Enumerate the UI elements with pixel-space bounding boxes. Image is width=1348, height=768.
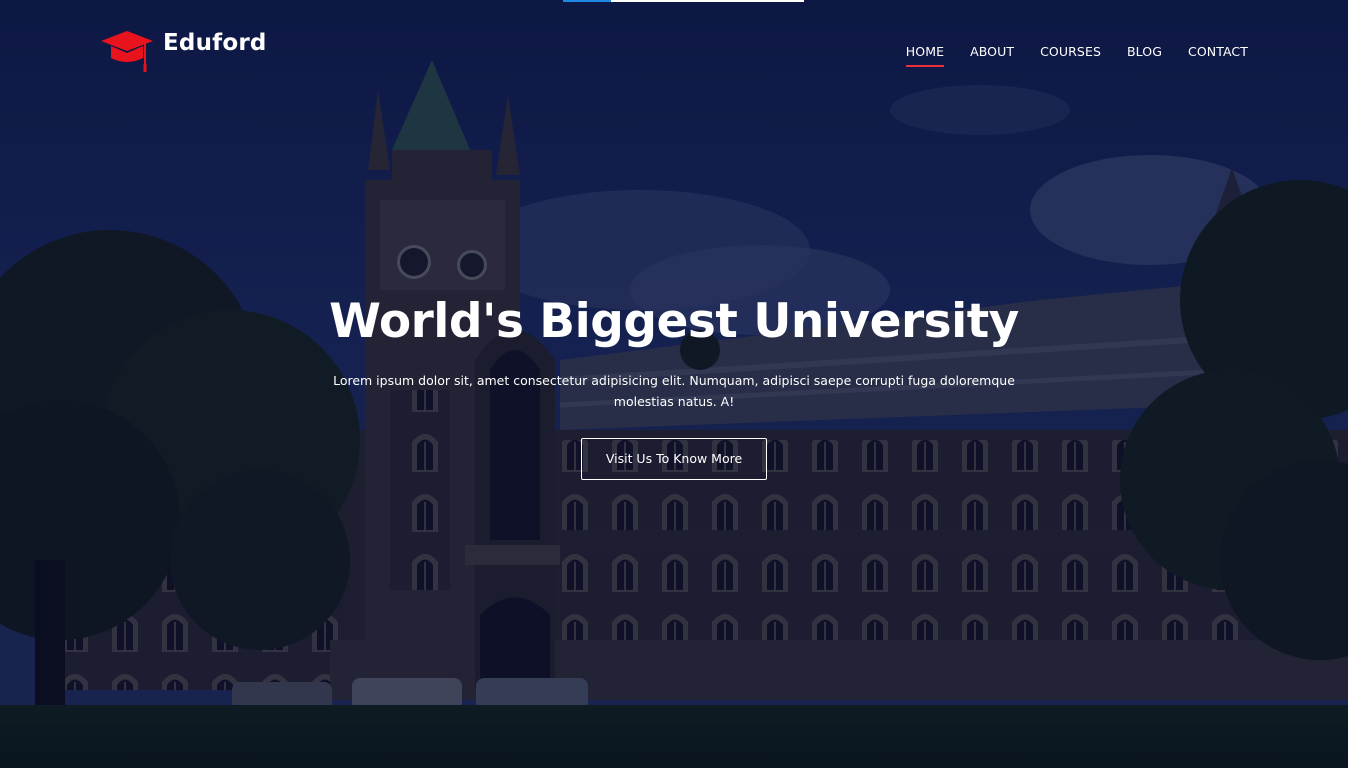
hero-section: Eduford HOME ABOUT COURSES BLOG CONTACT … <box>0 0 1348 768</box>
nav-item-contact[interactable]: CONTACT <box>1188 44 1248 67</box>
nav-item-courses[interactable]: COURSES <box>1040 44 1101 67</box>
page-load-progress-fill <box>563 0 612 2</box>
nav-item-blog[interactable]: BLOG <box>1127 44 1162 67</box>
hero-content: World's Biggest University Lorem ipsum d… <box>0 288 1348 480</box>
brand-logo-link[interactable]: Eduford <box>100 26 267 74</box>
hero-title: World's Biggest University <box>329 294 1019 349</box>
graduation-cap-icon <box>101 31 153 72</box>
nav-item-home[interactable]: HOME <box>905 44 945 67</box>
hero-description: Lorem ipsum dolor sit, amet consectetur … <box>333 373 1015 409</box>
main-navigation: HOME ABOUT COURSES BLOG CONTACT <box>880 44 1248 67</box>
nav-item-about[interactable]: ABOUT <box>970 44 1014 67</box>
brand-name: Eduford <box>163 30 267 56</box>
visit-us-button[interactable]: Visit Us To Know More <box>580 438 768 480</box>
page-load-progress-bar <box>563 0 804 2</box>
